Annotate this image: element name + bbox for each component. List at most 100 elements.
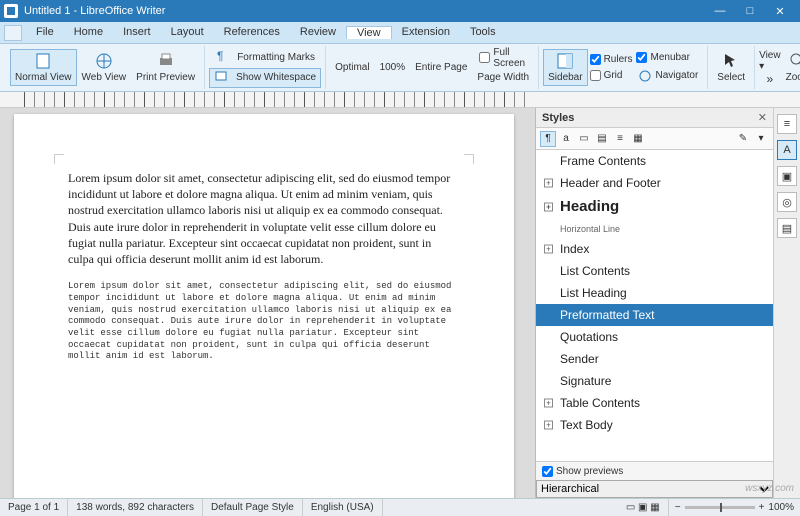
sidetab-styles-icon[interactable]: A [777,140,797,160]
style-item[interactable]: + Table Contents [536,392,773,414]
style-item[interactable]: List Contents [536,260,773,282]
style-item-label: Text Body [560,418,613,432]
status-bar: Page 1 of 1 138 words, 892 characters De… [0,498,800,516]
menu-view[interactable]: View [346,26,392,39]
list-styles-icon[interactable]: ≡ [612,131,628,147]
menu-extension[interactable]: Extension [392,26,460,39]
compass-icon [639,70,651,82]
zoom-out-icon[interactable]: − [675,502,681,513]
style-item-label: Frame Contents [560,154,646,168]
style-item[interactable]: Horizontal Line [536,220,773,238]
zoom-button[interactable]: Zoom [781,49,800,86]
expand-icon[interactable]: + [544,245,553,254]
expand-icon[interactable]: + [544,399,553,408]
style-item[interactable]: + Text Body [536,414,773,436]
style-item-label: Header and Footer [560,176,661,190]
formatting-marks-button[interactable]: ¶ Formatting Marks [209,48,321,68]
style-item[interactable]: Signature [536,370,773,392]
page-icon [34,52,52,70]
style-item[interactable]: Sender [536,348,773,370]
style-item-label: List Heading [560,286,627,300]
status-language[interactable]: English (USA) [303,499,383,516]
styles-toolbar: ¶ a ▭ ▤ ≡ ▦ ✎ ▾ [536,128,773,150]
page: Lorem ipsum dolor sit amet, consectetur … [14,114,514,498]
magnifier-icon [789,52,800,70]
paragraph-styles-icon[interactable]: ¶ [540,131,556,147]
menu-tools[interactable]: Tools [460,26,506,39]
style-item-label: Table Contents [560,396,640,410]
style-item[interactable]: + Header and Footer [536,172,773,194]
menu-references[interactable]: References [214,26,290,39]
table-styles-icon[interactable]: ▦ [630,131,646,147]
page-styles-icon[interactable]: ▤ [594,131,610,147]
preformatted-paragraph[interactable]: Lorem ipsum dolor sit amet, consectetur … [68,281,460,363]
expand-icon[interactable]: + [544,421,553,430]
entire-page-button[interactable]: Entire Page [410,59,472,76]
page-width-button[interactable]: Page Width [472,68,534,88]
sidetab-gallery-icon[interactable]: ▣ [777,166,797,186]
style-item[interactable]: + Heading [536,194,773,220]
optimal-zoom-button[interactable]: Optimal [330,59,374,76]
horizontal-ruler[interactable] [0,92,800,108]
globe-icon [95,52,113,70]
status-page-style[interactable]: Default Page Style [203,499,303,516]
fill-format-icon[interactable]: ✎ [735,131,751,147]
menu-review[interactable]: Review [290,26,346,39]
menu-layout[interactable]: Layout [161,26,214,39]
sidetab-page-icon[interactable]: ▤ [777,218,797,238]
style-filter-select[interactable]: Hierarchical [536,480,773,498]
view-dropdown[interactable]: View ▾ [759,50,781,72]
status-word-count[interactable]: 138 words, 892 characters [68,499,203,516]
menubar-checkbox[interactable]: Menubar [634,50,703,66]
style-list[interactable]: Frame Contents + Header and Footer + Heading… [536,150,773,461]
zoom-100-button[interactable]: 100% [375,58,411,78]
style-item-label: Heading [560,198,619,215]
pilcrow-icon: ¶ [215,49,233,67]
status-view-icons[interactable]: ▭ ▣ ▦ [618,499,669,516]
menu-file[interactable]: File [26,26,64,39]
select-button[interactable]: Select [712,49,750,86]
status-page[interactable]: Page 1 of 1 [0,499,68,516]
style-item-label: Sender [560,352,599,366]
overflow-icon[interactable]: » [759,72,781,86]
expand-icon[interactable]: + [544,203,553,212]
maximize-button[interactable]: □ [742,5,758,18]
navigator-button[interactable]: Navigator [634,66,703,86]
frame-styles-icon[interactable]: ▭ [576,131,592,147]
app-menu-icon[interactable] [4,25,22,41]
sidetab-properties-icon[interactable]: ≡ [777,114,797,134]
sidetab-navigator-icon[interactable]: ◎ [777,192,797,212]
minimize-button[interactable]: — [712,5,728,18]
style-item[interactable]: Preformatted Text [536,304,773,326]
panel-close-icon[interactable]: ✕ [758,111,767,124]
style-item[interactable]: Quotations [536,326,773,348]
grid-checkbox[interactable]: Grid [588,68,635,84]
sidebar: Styles ✕ ¶ a ▭ ▤ ≡ ▦ ✎ ▾ Frame Contents+… [535,108,800,498]
show-whitespace-button[interactable]: Show Whitespace [209,68,321,88]
style-item[interactable]: +Index [536,238,773,260]
style-item-label: Preformatted Text [560,308,655,322]
style-item-label: Quotations [560,330,618,344]
normal-view-button[interactable]: Normal View [10,49,77,86]
print-preview-button[interactable]: Print Preview [131,49,200,86]
character-styles-icon[interactable]: a [558,131,574,147]
expand-icon[interactable]: + [544,179,553,188]
new-style-icon[interactable]: ▾ [753,131,769,147]
rulers-checkbox[interactable]: Rulers [588,52,635,68]
styles-panel: Styles ✕ ¶ a ▭ ▤ ≡ ▦ ✎ ▾ Frame Contents+… [536,108,774,498]
zoom-in-icon[interactable]: + [759,502,765,513]
zoom-percent[interactable]: 100% [768,502,794,513]
ribbon-view: Normal View Web View Print Preview ¶ For… [0,44,800,92]
web-view-button[interactable]: Web View [77,49,132,86]
style-item[interactable]: Frame Contents [536,150,773,172]
document-view[interactable]: Lorem ipsum dolor sit amet, consectetur … [0,108,535,498]
close-button[interactable]: ✕ [772,5,788,18]
body-paragraph[interactable]: Lorem ipsum dolor sit amet, consectetur … [68,170,460,267]
style-item[interactable]: List Heading [536,282,773,304]
sidebar-toggle-button[interactable]: Sidebar [543,49,587,86]
menu-insert[interactable]: Insert [113,26,161,39]
show-previews-checkbox[interactable]: Show previews [536,462,773,480]
zoom-slider[interactable] [685,506,755,509]
menu-home[interactable]: Home [64,26,113,39]
full-screen-button[interactable]: Full Screen [472,48,534,68]
